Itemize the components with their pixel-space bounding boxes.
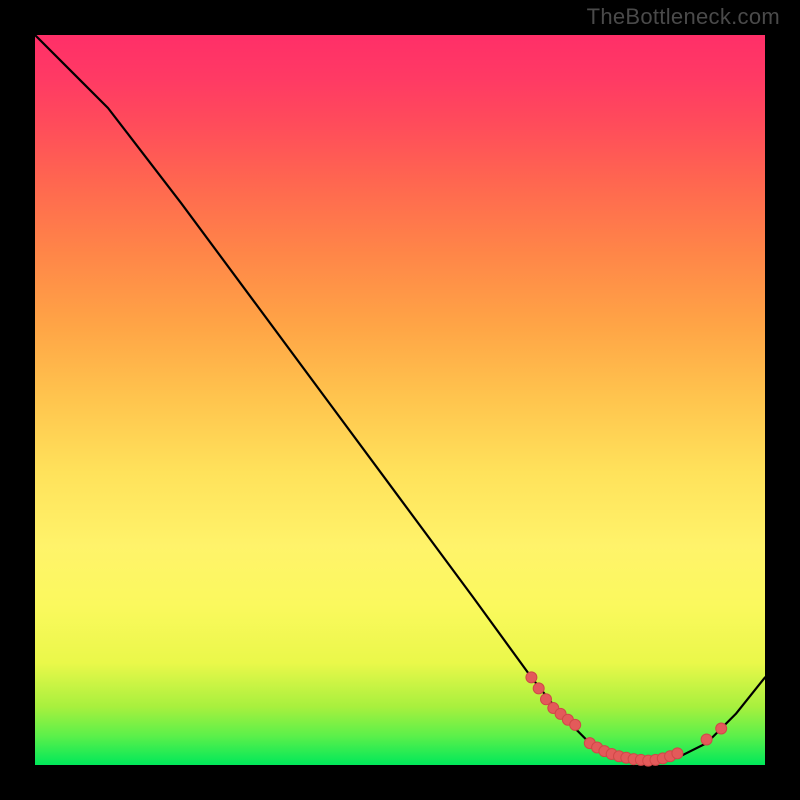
data-marker bbox=[716, 723, 727, 734]
plot-area bbox=[35, 35, 765, 765]
curve-svg bbox=[35, 35, 765, 765]
marker-layer bbox=[526, 672, 727, 766]
data-marker bbox=[672, 748, 683, 759]
data-marker bbox=[533, 683, 544, 694]
chart-frame: TheBottleneck.com bbox=[0, 0, 800, 800]
watermark-text: TheBottleneck.com bbox=[587, 4, 780, 30]
data-marker bbox=[570, 719, 581, 730]
bottleneck-curve-line bbox=[35, 35, 765, 761]
data-marker bbox=[541, 694, 552, 705]
data-marker bbox=[701, 734, 712, 745]
data-marker bbox=[526, 672, 537, 683]
